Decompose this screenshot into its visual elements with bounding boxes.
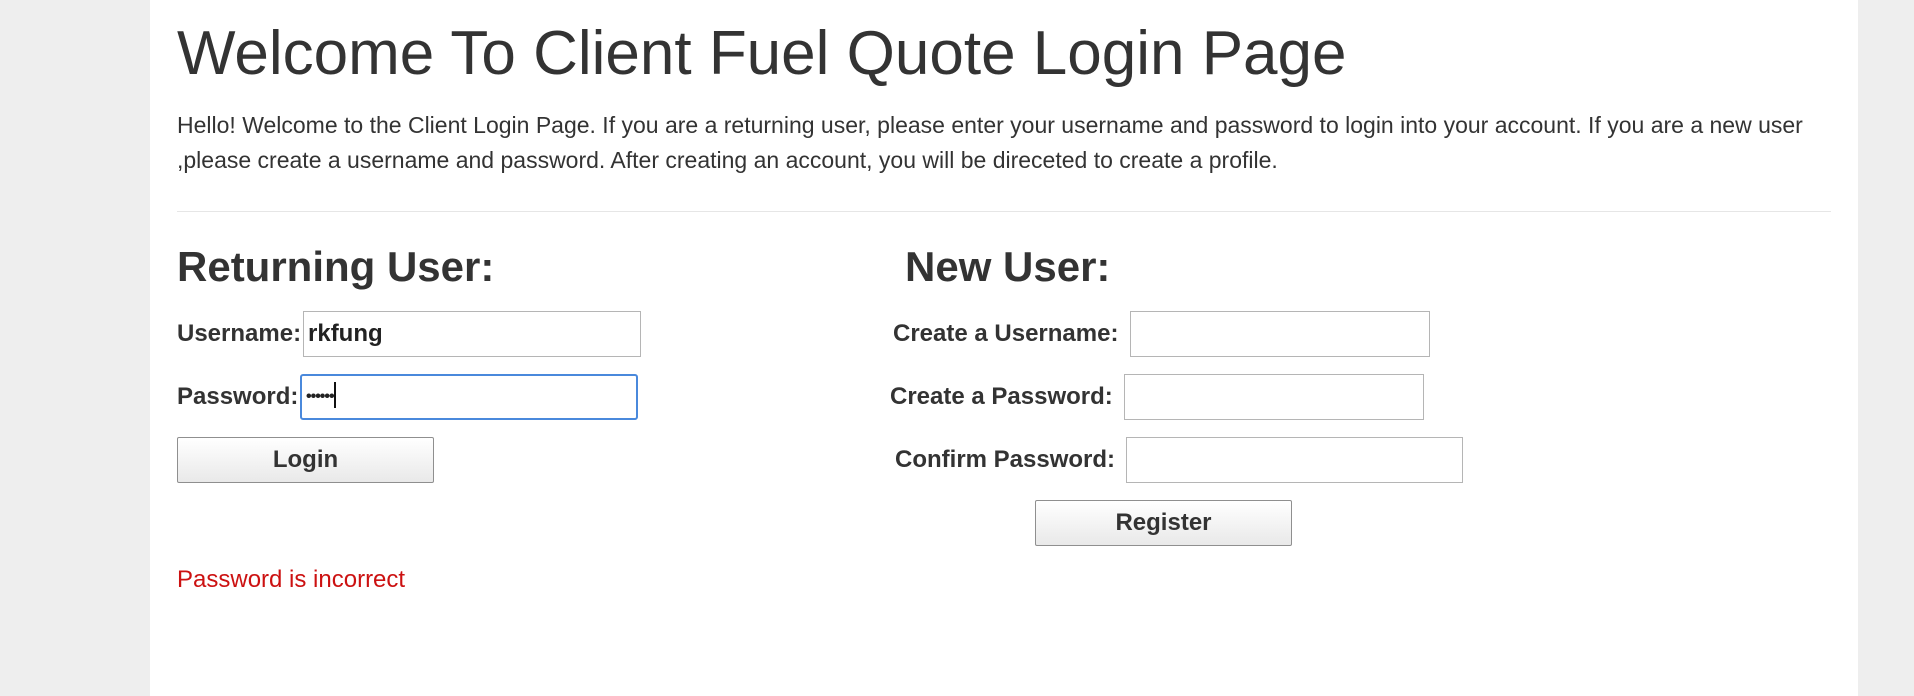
content-panel: Welcome To Client Fuel Quote Login Page …: [150, 0, 1858, 696]
create-password-label: Create a Password:: [890, 383, 1113, 410]
username-label: Username:: [177, 320, 302, 347]
create-username-label: Create a Username:: [893, 320, 1119, 347]
register-button[interactable]: Register: [1035, 500, 1292, 546]
divider: [177, 211, 1831, 212]
create-username-input[interactable]: [1130, 311, 1430, 357]
confirm-password-input[interactable]: [1126, 437, 1463, 483]
username-input[interactable]: [303, 311, 641, 357]
password-input[interactable]: ••••••: [300, 374, 638, 420]
text-cursor: [333, 381, 336, 408]
page-title: Welcome To Client Fuel Quote Login Page: [177, 19, 1347, 88]
create-password-input[interactable]: [1124, 374, 1424, 420]
password-label: Password:: [177, 383, 299, 410]
login-button[interactable]: Login: [177, 437, 434, 483]
intro-text: Hello! Welcome to the Client Login Page.…: [177, 112, 1803, 173]
returning-user-heading: Returning User:: [177, 243, 495, 290]
new-user-heading: New User:: [905, 243, 1111, 290]
confirm-password-label: Confirm Password:: [895, 446, 1116, 473]
error-message: Password is incorrect: [177, 566, 406, 593]
password-mask: ••••••: [306, 388, 335, 405]
